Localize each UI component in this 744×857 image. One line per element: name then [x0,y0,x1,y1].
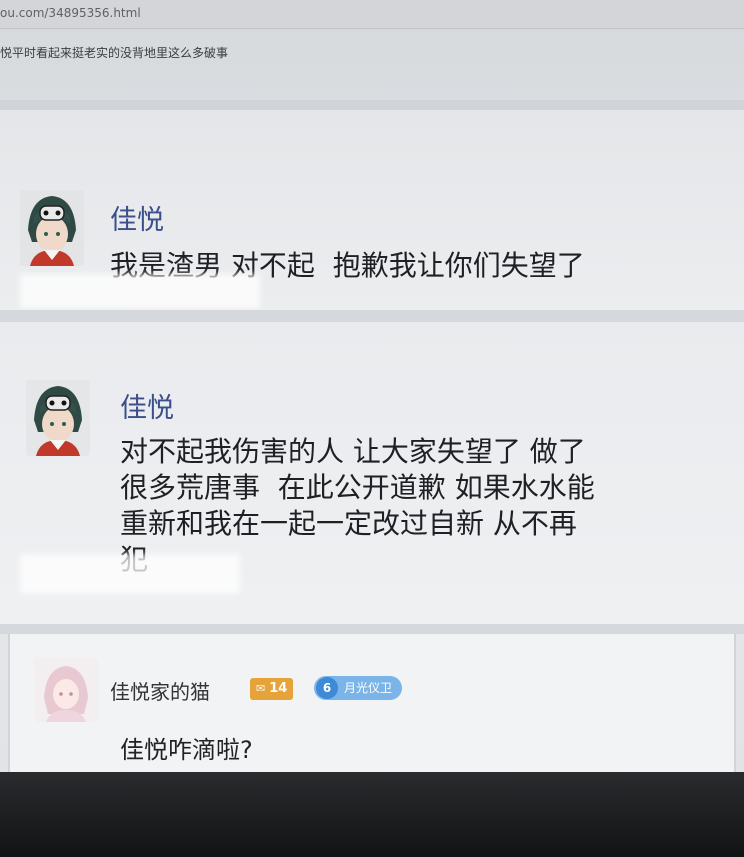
level-icon: ✉ [256,682,266,695]
avatar[interactable] [26,380,90,456]
address-bar[interactable]: ou.com/34895356.html [0,0,744,29]
monitor-screen: ou.com/34895356.html 悦平时看起来挺老实的没背地里这么多破事… [0,0,744,857]
anime-avatar-icon [26,380,90,456]
avatar[interactable] [34,658,98,722]
url-text: ou.com/34895356.html [0,6,141,20]
post-username[interactable]: 佳悦 [120,386,174,425]
anime-girl-avatar-icon [34,658,98,722]
member-title-badge[interactable]: 6 月光仪卫 [314,676,403,700]
monitor-bezel [0,772,744,857]
post-item: 佳悦 我是渣男 对不起 抱歉我让你们失望了 [0,110,744,310]
reply-username[interactable]: 佳悦家的猫 [110,676,210,705]
avatar[interactable] [20,190,84,266]
level-value: 14 [269,681,288,696]
header-divider [0,100,744,110]
blurred-meta [20,274,260,308]
thread-title: 悦平时看起来挺老实的没背地里这么多破事 [0,46,229,60]
level-badge: ✉ 14 [250,678,294,700]
blurred-meta [20,554,240,594]
anime-avatar-icon [20,190,84,266]
rank-value: 6 [316,677,338,699]
post-item: 佳悦 对不起我伤害的人 让大家失望了 做了 很多荒唐事 在此公开道歉 如果水水能… [0,322,744,624]
reply-text: 佳悦咋滴啦? [120,736,253,764]
post-username[interactable]: 佳悦 [110,198,164,237]
title-badge-label: 月光仪卫 [344,681,393,695]
post-separator [0,624,744,634]
post-separator [0,310,744,322]
